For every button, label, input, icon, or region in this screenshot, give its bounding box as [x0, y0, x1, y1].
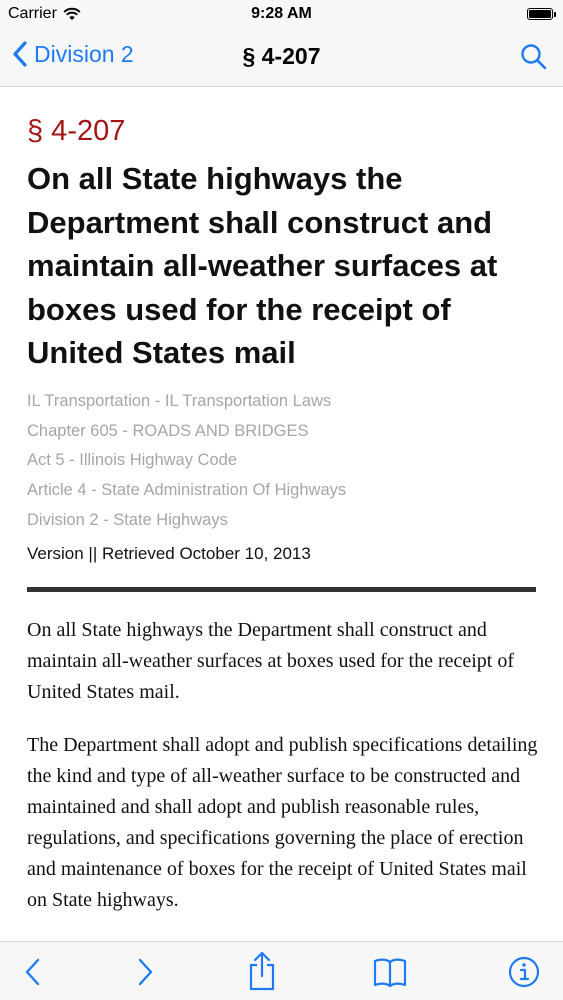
breadcrumb-item[interactable]: Act 5 - Illinois Highway Code [27, 446, 346, 476]
chevron-left-icon [25, 958, 40, 986]
bookmarks-button[interactable] [372, 954, 408, 990]
breadcrumb-item[interactable]: IL Transportation - IL Transportation La… [27, 387, 346, 417]
chevron-left-icon [13, 41, 27, 67]
battery-icon [527, 8, 556, 20]
chevron-right-icon [138, 958, 153, 986]
bottom-toolbar [0, 941, 563, 1000]
battery-level [529, 10, 551, 18]
next-button[interactable] [126, 954, 162, 990]
share-icon [249, 951, 275, 991]
section-number: § 4-207 [27, 115, 126, 147]
version-info: Version || Retrieved October 10, 2013 [27, 544, 311, 563]
body-paragraph: The Department shall adopt and publish s… [27, 734, 538, 911]
article-body: On all State highways the Department sha… [27, 615, 542, 938]
divider [27, 587, 536, 592]
article-content[interactable]: § 4-207 On all State highways the Depart… [0, 87, 563, 941]
info-icon [508, 956, 540, 988]
status-bar: Carrier 9:28 AM [0, 0, 563, 30]
breadcrumb-item[interactable]: Article 4 - State Administration Of High… [27, 476, 346, 506]
share-button[interactable] [244, 950, 280, 992]
book-icon [373, 958, 407, 988]
body-paragraph: On all State highways the Department sha… [27, 619, 515, 703]
back-button-label: Division 2 [34, 40, 134, 67]
section-heading: On all State highways the Department sha… [27, 161, 498, 371]
breadcrumb: IL Transportation - IL Transportation La… [27, 387, 346, 536]
info-button[interactable] [506, 954, 542, 990]
search-icon [521, 44, 547, 70]
status-time: 9:28 AM [251, 5, 312, 22]
breadcrumb-item[interactable]: Chapter 605 - ROADS AND BRIDGES [27, 417, 346, 447]
search-button[interactable] [519, 42, 549, 72]
navigation-bar: Division 2 § 4-207 [0, 30, 563, 87]
back-button[interactable]: Division 2 [12, 40, 134, 68]
previous-button[interactable] [16, 954, 52, 990]
breadcrumb-item[interactable]: Division 2 - State Highways [27, 506, 346, 536]
